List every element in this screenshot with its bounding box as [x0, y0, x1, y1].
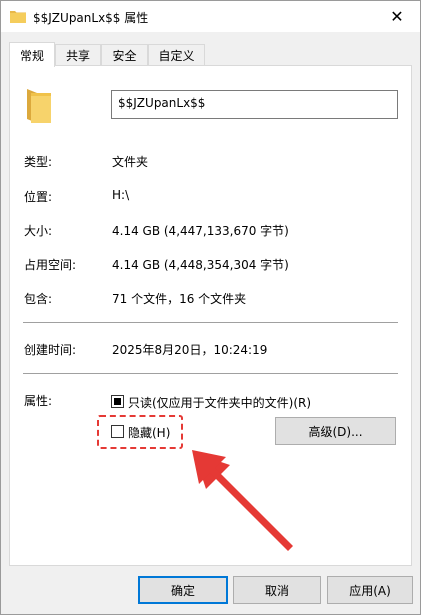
size-on-disk-label: 占用空间:: [24, 258, 77, 272]
contains-label: 包含:: [24, 292, 53, 306]
ok-button[interactable]: 确定: [138, 576, 228, 604]
window-title: $$JZUpanLx$$ 属性: [33, 11, 149, 25]
tab-general[interactable]: 常规: [9, 42, 55, 67]
close-icon: ✕: [390, 7, 404, 26]
separator: [23, 322, 398, 323]
contains-value: 71 个文件，16 个文件夹: [112, 292, 247, 306]
created-label: 创建时间:: [24, 343, 77, 357]
tab-security[interactable]: 安全: [101, 44, 148, 66]
type-value: 文件夹: [112, 155, 149, 169]
attributes-label: 属性:: [24, 394, 53, 408]
general-panel: [9, 65, 412, 566]
highlight-box: [97, 415, 183, 449]
folder-icon: [27, 89, 51, 123]
tab-sharing[interactable]: 共享: [55, 44, 101, 66]
advanced-button[interactable]: 高级(D)...: [275, 417, 396, 445]
created-value: 2025年8月20日，10:24:19: [112, 343, 268, 357]
title-bar: $$JZUpanLx$$ 属性 ✕: [1, 1, 420, 32]
apply-button[interactable]: 应用(A): [327, 576, 413, 604]
location-label: 位置:: [24, 190, 53, 204]
cancel-button[interactable]: 取消: [233, 576, 321, 604]
folder-name-input[interactable]: $$JZUpanLx$$: [111, 90, 398, 119]
tab-customize[interactable]: 自定义: [148, 44, 205, 66]
size-label: 大小:: [24, 224, 53, 238]
type-label: 类型:: [24, 155, 53, 169]
readonly-label[interactable]: 只读(仅应用于文件夹中的文件)(R): [128, 394, 311, 411]
separator: [23, 373, 398, 374]
close-button[interactable]: ✕: [374, 1, 420, 32]
readonly-checkbox[interactable]: [111, 395, 124, 408]
location-value: H:\: [112, 188, 130, 202]
size-value: 4.14 GB (4,447,133,670 字节): [112, 224, 289, 238]
properties-window: $$JZUpanLx$$ 属性 ✕ 常规 共享 安全 自定义 $$JZUpanL…: [0, 0, 421, 615]
folder-icon: [10, 11, 26, 23]
tab-strip: 常规 共享 安全 自定义: [9, 42, 412, 67]
size-on-disk-value: 4.14 GB (4,448,354,304 字节): [112, 258, 289, 272]
